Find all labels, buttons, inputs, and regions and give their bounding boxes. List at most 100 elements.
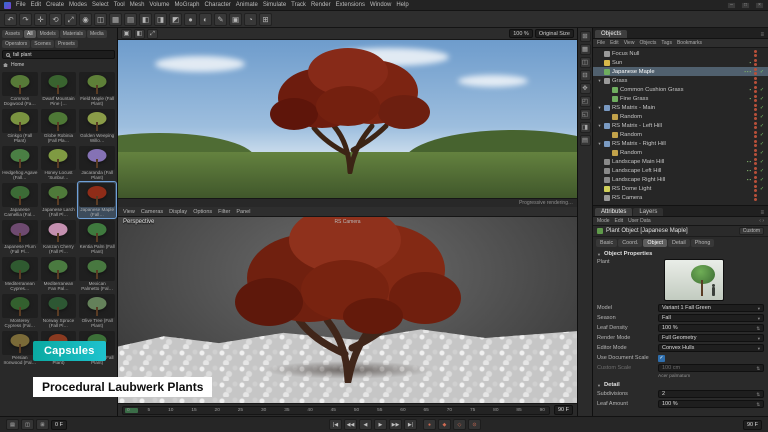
viewport-menu-item[interactable]: Panel [236,209,250,215]
attribute-panel-tab[interactable]: Attributes [595,208,632,216]
object-row[interactable]: Landscape Left Hill ▪▪ ✓ [593,166,768,175]
asset-category-chip[interactable]: Presets [55,40,78,48]
visibility-dots[interactable] [754,167,757,174]
object-name[interactable]: Landscape Right Hill [612,177,745,183]
enable-check-icon[interactable]: ✓ [759,105,765,111]
asset-home-node[interactable]: Home [0,61,117,70]
detail-section-header[interactable]: ▼ Detail [593,380,768,389]
viewport-menu-item[interactable]: Filter [218,209,230,215]
visibility-dots[interactable] [754,131,757,138]
app-logo-icon[interactable] [4,2,11,9]
toolbar-icon[interactable]: ⟲ [49,13,62,26]
season-dropdown[interactable]: Fall▾ [658,314,764,322]
panel-menu-icon[interactable]: ≡ [758,32,766,38]
enable-check-icon[interactable]: ✓ [759,69,765,75]
plant-asset[interactable]: Dwarf Mountain Pine (… [40,71,78,107]
window-control-button[interactable]: – [727,2,736,9]
object-name[interactable]: RS Matrix - Left Hill [612,123,750,129]
menu-item[interactable]: File [16,2,26,8]
toolbar-icon[interactable]: ◐ [199,13,212,26]
object-name[interactable]: Japanese Maple [612,69,742,75]
toolbar-icon[interactable]: ↶ [4,13,17,26]
asset-filter-chip[interactable]: Media [87,30,107,38]
om-menu-item[interactable]: File [597,40,605,46]
object-tag-icons[interactable]: ▪▪▪ [744,69,752,74]
toolbar-icon[interactable]: ◫ [94,13,107,26]
object-name[interactable]: RS Camera [612,195,750,201]
render-view-canvas[interactable] [118,40,577,198]
expand-arrow-icon[interactable]: ▾ [597,105,602,111]
viewport-menu-item[interactable]: View [123,209,135,215]
playback-button[interactable]: ◀◀ [344,419,357,430]
plant-asset[interactable]: Globe Robinia (Fall Pla… [40,108,78,144]
transport-tool-icon[interactable]: ▤ [6,419,19,430]
side-tool-icon[interactable]: ⊟ [580,70,591,81]
side-tool-icon[interactable]: ◨ [580,122,591,133]
asset-category-chip[interactable]: Operators [2,40,30,48]
toolbar-icon[interactable]: ◨ [154,13,167,26]
menu-item[interactable]: Volume [149,2,169,8]
object-tag-icons[interactable]: ▪▪ [747,159,752,164]
leaf-density-field[interactable]: 100 %⇅ [658,324,764,332]
om-menu-item[interactable]: View [624,40,635,46]
viewport-menu-item[interactable]: Options [193,209,212,215]
object-name[interactable]: Landscape Left Hill [612,168,745,174]
toolbar-icon[interactable]: ⊞ [259,13,272,26]
plant-asset[interactable]: Japanese Camellia (Fal… [1,182,39,218]
asset-filter-chip[interactable]: Assets [2,30,23,38]
enable-check-icon[interactable]: ✓ [759,168,765,174]
visibility-dots[interactable] [754,113,757,120]
object-row[interactable]: RS Camera [593,193,768,202]
plant-asset[interactable]: Norway Spruce (Fall Pl… [40,293,78,329]
object-name[interactable]: RS Dome Light [612,186,750,192]
menu-item[interactable]: Select [92,2,109,8]
plant-asset[interactable]: Ginkgo (Fall Plant) [1,108,39,144]
object-row[interactable]: ▾ RS Matrix - Left Hill ✓ [593,121,768,130]
menu-item[interactable]: Render [311,2,331,8]
enable-check-icon[interactable]: ✓ [759,177,765,183]
side-tool-icon[interactable]: ◫ [580,57,591,68]
tab-objects[interactable]: Objects [595,30,627,38]
menu-item[interactable]: Help [396,2,408,8]
menu-item[interactable]: MoGraph [174,2,199,8]
plant-asset[interactable]: Olive Tree (Fall Plant) [78,293,116,329]
attribute-mode-item[interactable]: User Data [628,218,651,224]
record-button[interactable]: ● [423,419,436,430]
picture-viewer-icon[interactable]: ⤢ [147,29,158,39]
record-button[interactable]: ◇ [453,419,466,430]
asset-search[interactable]: fall plant [2,50,115,59]
expand-arrow-icon[interactable]: ▾ [597,141,602,147]
object-row[interactable]: RS Dome Light ✓ [593,184,768,193]
side-tool-icon[interactable]: ▦ [580,44,591,55]
object-row[interactable]: ▾ RS Matrix - Main ✓ [593,103,768,112]
visibility-dots[interactable] [754,158,757,165]
window-control-button[interactable]: □ [741,2,750,9]
attribute-tab[interactable]: Coord. [618,239,642,247]
object-name[interactable]: Landscape Main Hill [612,159,745,165]
object-row[interactable]: ▾ RS Matrix - Right Hill ✓ [593,139,768,148]
expand-arrow-icon[interactable]: ▾ [597,123,602,129]
expand-arrow-icon[interactable]: ▾ [597,78,602,84]
plant-preview-image[interactable] [664,259,724,301]
object-name[interactable]: Fine Grass [620,96,747,102]
visibility-dots[interactable] [754,185,757,192]
om-menu-item[interactable]: Edit [610,40,619,46]
menu-item[interactable]: Create [46,2,64,8]
toolbar-icon[interactable]: ◧ [139,13,152,26]
object-row[interactable]: Random ✓ [593,112,768,121]
plant-asset[interactable]: Mediterranean Fan Pal… [40,256,78,292]
attribute-panel-tab[interactable]: Layers [633,208,663,216]
enable-check-icon[interactable]: ✓ [759,96,765,102]
object-row[interactable]: ▾ Grass [593,76,768,85]
toolbar-icon[interactable]: ⤢ [64,13,77,26]
toolbar-icon[interactable]: ● [184,13,197,26]
visibility-dots[interactable] [754,149,757,156]
menu-item[interactable]: Animate [236,2,258,8]
object-row[interactable]: Random ✓ [593,148,768,157]
object-tag-icons[interactable]: ▪▪ [747,177,752,182]
toolbar-icon[interactable]: ◔ [244,13,257,26]
asset-category-chip[interactable]: Scenes [31,40,54,48]
editor-mode-dropdown[interactable]: Convex Hulls▾ [658,344,764,352]
panel-menu-icon[interactable]: ≡ [758,210,766,216]
enable-check-icon[interactable]: ✓ [759,87,765,93]
